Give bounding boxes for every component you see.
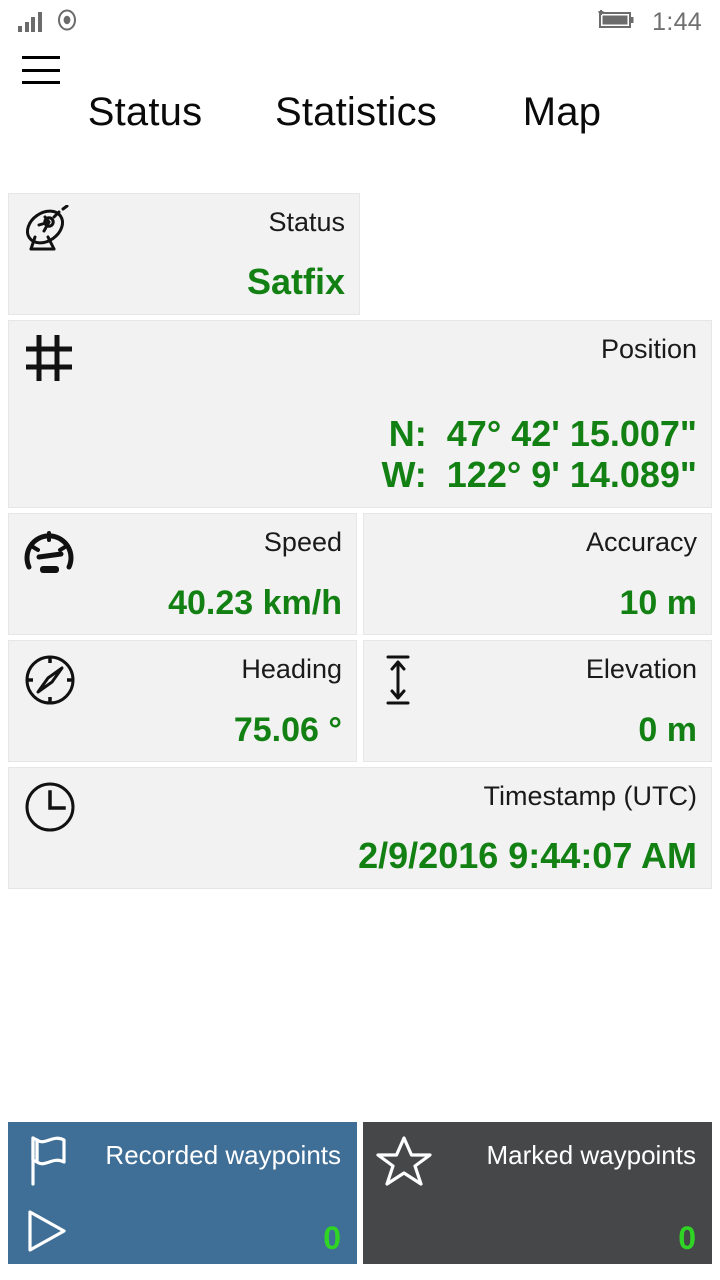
card-speed[interactable]: Speed 40.23 km/h	[8, 513, 357, 635]
card-accuracy-top: Accuracy	[376, 524, 697, 578]
speedometer-icon	[21, 524, 85, 582]
waypoint-tiles: Recorded waypoints 0 Marked waypoints 0	[8, 1122, 712, 1264]
row-position: Position N: 47° 42' 15.007" W: 122° 9' 1…	[8, 320, 712, 508]
tile-marked-waypoints[interactable]: Marked waypoints 0	[363, 1122, 712, 1264]
card-speed-value: 40.23 km/h	[168, 583, 342, 622]
tile-recorded-bottom: 0	[20, 1206, 341, 1256]
card-status-value: Satfix	[246, 260, 345, 302]
tab-status[interactable]: Status	[40, 90, 250, 135]
card-accuracy-value: 10 m	[619, 583, 698, 622]
row-status: Status Satfix	[8, 193, 712, 315]
tile-recorded-count: 0	[323, 1220, 341, 1256]
tile-recorded-label: Recorded waypoints	[105, 1140, 341, 1170]
card-accuracy-label: Accuracy	[585, 527, 697, 557]
marked-spacer	[375, 1206, 431, 1256]
status-cards: Status Satfix Position N: 47° 42' 15.007…	[0, 193, 720, 889]
card-timestamp-value: 2/9/2016 9:44:07 AM	[358, 834, 697, 876]
position-longitude: W: 122° 9' 14.089"	[381, 453, 697, 495]
status-bar-left	[18, 9, 78, 36]
card-status[interactable]: Status Satfix	[8, 193, 360, 315]
tile-marked-count: 0	[678, 1220, 696, 1256]
card-heading[interactable]: Heading 75.06 °	[8, 640, 357, 762]
row-speed-accuracy: Speed 40.23 km/h Accuracy 10 m	[8, 513, 712, 635]
app-root: 1:44 Status Statistics Map Status Satfix…	[0, 0, 720, 1280]
status-bar-clock: 1:44	[652, 7, 702, 36]
battery-charging-icon	[592, 8, 638, 37]
row-timestamp: Timestamp (UTC) 2/9/2016 9:44:07 AM	[8, 767, 712, 889]
card-heading-top: Heading	[21, 651, 342, 705]
card-elevation[interactable]: Elevation 0 m	[363, 640, 712, 762]
flag-icon	[20, 1132, 80, 1190]
card-elevation-value: 0 m	[638, 710, 697, 749]
card-speed-label: Speed	[263, 527, 342, 557]
card-position-value: N: 47° 42' 15.007" W: 122° 9' 14.089"	[21, 414, 697, 497]
card-elevation-label: Elevation	[585, 654, 697, 684]
tab-bar: Status Statistics Map	[0, 90, 720, 135]
card-speed-top: Speed	[21, 524, 342, 578]
satellite-dish-icon	[21, 204, 85, 262]
tile-marked-label: Marked waypoints	[486, 1140, 696, 1170]
tile-marked-bottom: 0	[375, 1206, 696, 1256]
card-position-label: Position	[600, 334, 697, 364]
system-status-bar: 1:44	[0, 0, 720, 44]
tile-recorded-waypoints[interactable]: Recorded waypoints 0	[8, 1122, 357, 1264]
tile-recorded-top: Recorded waypoints	[20, 1132, 341, 1190]
compass-icon	[21, 651, 85, 709]
vertical-arrow-icon	[376, 651, 440, 709]
row-heading-elevation: Heading 75.06 ° Elevation 0 m	[8, 640, 712, 762]
status-bar-right: 1:44	[592, 8, 702, 37]
card-position[interactable]: Position N: 47° 42' 15.007" W: 122° 9' 1…	[8, 320, 712, 508]
tab-map[interactable]: Map	[462, 90, 662, 135]
card-heading-label: Heading	[241, 654, 342, 684]
card-status-top: Status	[21, 204, 345, 258]
position-latitude: N: 47° 42' 15.007"	[388, 413, 697, 455]
star-icon	[375, 1132, 435, 1190]
record-circle-icon	[56, 9, 78, 36]
tile-marked-top: Marked waypoints	[375, 1132, 696, 1190]
card-status-label: Status	[268, 207, 345, 237]
card-timestamp-label: Timestamp (UTC)	[483, 781, 698, 811]
clock-icon	[21, 778, 85, 836]
card-timestamp[interactable]: Timestamp (UTC) 2/9/2016 9:44:07 AM	[8, 767, 712, 889]
card-position-top: Position	[21, 331, 697, 385]
card-elevation-top: Elevation	[376, 651, 697, 705]
grid-crosshatch-icon	[21, 331, 85, 389]
tab-statistics[interactable]: Statistics	[250, 90, 462, 135]
play-triangle-icon[interactable]	[20, 1206, 76, 1256]
signal-bars-icon	[18, 12, 42, 32]
card-accuracy[interactable]: Accuracy 10 m	[363, 513, 712, 635]
hamburger-menu-icon[interactable]	[22, 56, 62, 84]
card-timestamp-top: Timestamp (UTC)	[21, 778, 697, 832]
card-heading-value: 75.06 °	[233, 710, 342, 749]
